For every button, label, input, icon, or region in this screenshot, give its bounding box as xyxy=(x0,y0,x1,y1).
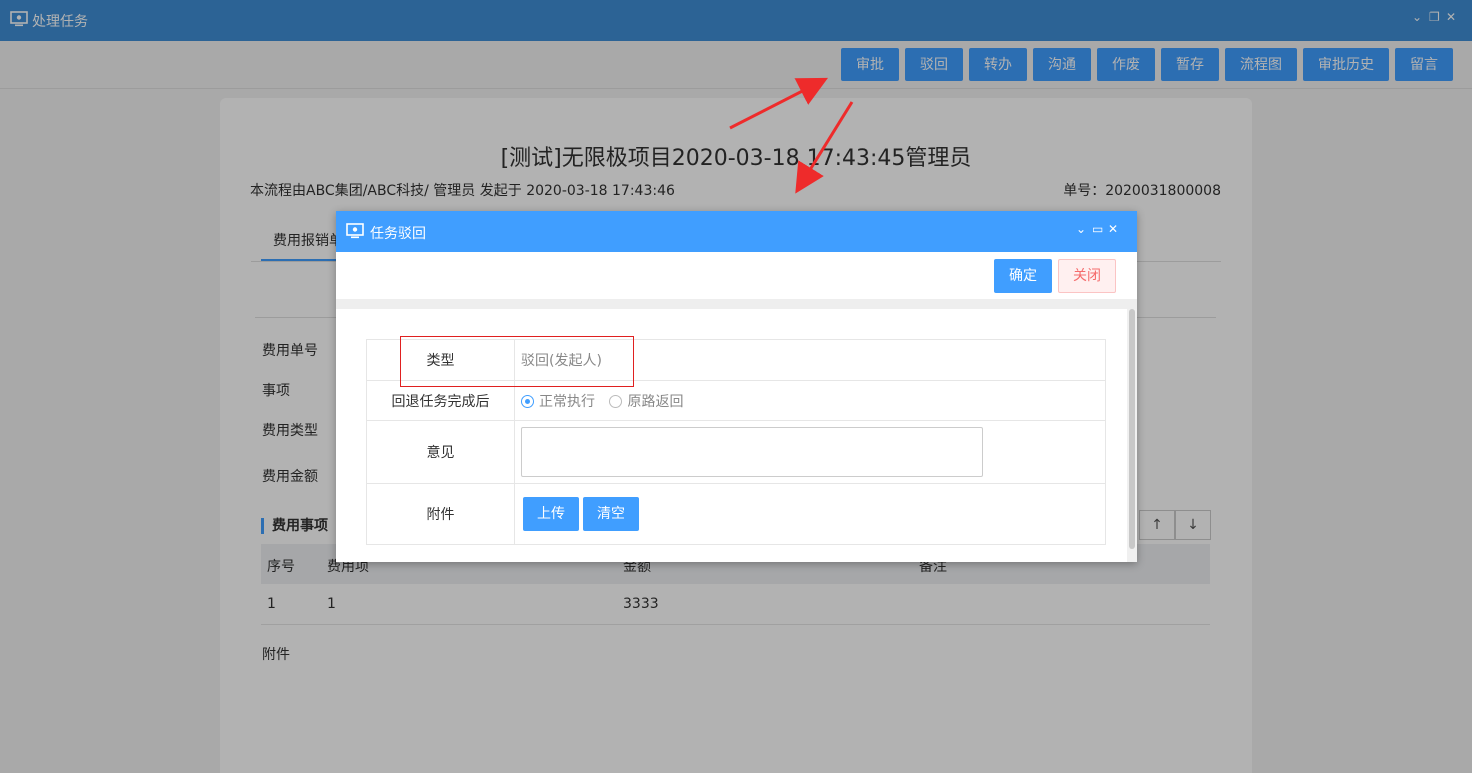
annotation-arrows xyxy=(729,77,854,194)
annotation-arrow-to-approve xyxy=(729,77,829,130)
annotation-arrow-to-dialog xyxy=(795,101,854,194)
